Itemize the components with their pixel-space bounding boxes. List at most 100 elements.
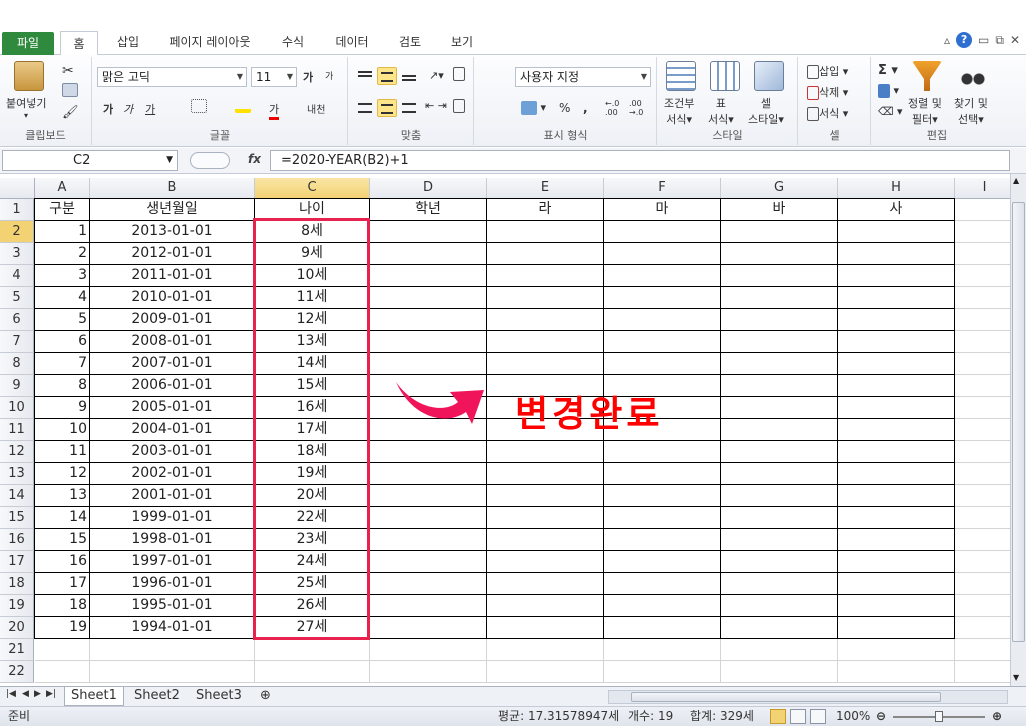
cell-c4[interactable]: 10세 xyxy=(255,265,370,287)
cell-c16[interactable]: 23세 xyxy=(255,529,370,551)
cell-f16[interactable] xyxy=(604,529,721,551)
cell-c20[interactable]: 27세 xyxy=(255,617,370,639)
cell-h5[interactable] xyxy=(838,287,955,309)
cell-h13[interactable] xyxy=(838,463,955,485)
cell-g7[interactable] xyxy=(721,331,838,353)
cell-b1[interactable]: 생년월일 xyxy=(90,199,255,221)
row-header-8[interactable]: 8 xyxy=(0,353,34,375)
cell-h9[interactable] xyxy=(838,375,955,397)
cell-f8[interactable] xyxy=(604,353,721,375)
cell-h3[interactable] xyxy=(838,243,955,265)
cell-b13[interactable]: 2002-01-01 xyxy=(90,463,255,485)
cell-g10[interactable] xyxy=(721,397,838,419)
cell-b16[interactable]: 1998-01-01 xyxy=(90,529,255,551)
tab-formulas[interactable]: 수식 xyxy=(274,30,312,55)
cell-b11[interactable]: 2004-01-01 xyxy=(90,419,255,441)
cell-c15[interactable]: 22세 xyxy=(255,507,370,529)
cell-e8[interactable] xyxy=(487,353,604,375)
row-header-20[interactable]: 20 xyxy=(0,617,34,639)
cell-f22[interactable] xyxy=(604,661,721,683)
cell-a20[interactable]: 19 xyxy=(35,617,90,639)
help-icon[interactable]: ? xyxy=(956,32,973,48)
conditional-format-icon[interactable] xyxy=(666,61,696,91)
cell-d18[interactable] xyxy=(370,573,487,595)
cell-g8[interactable] xyxy=(721,353,838,375)
font-name-select[interactable]: 맑은 고딕 ▼ xyxy=(97,67,247,87)
cell-h4[interactable] xyxy=(838,265,955,287)
cell-d3[interactable] xyxy=(370,243,487,265)
row-header-17[interactable]: 17 xyxy=(0,551,34,573)
sheet-tab-3[interactable]: Sheet3 xyxy=(190,687,248,706)
cell-a14[interactable]: 13 xyxy=(35,485,90,507)
cell-i2[interactable] xyxy=(955,221,1010,243)
sheet-tab-2[interactable]: Sheet2 xyxy=(128,687,186,706)
cell-b7[interactable]: 2008-01-01 xyxy=(90,331,255,353)
last-sheet-icon[interactable]: ▶| xyxy=(46,689,56,699)
table-format-button[interactable]: 표 서식▾ xyxy=(708,95,734,127)
shrink-font-button[interactable]: 가 xyxy=(325,69,333,82)
cell-g18[interactable] xyxy=(721,573,838,595)
cell-g22[interactable] xyxy=(721,661,838,683)
row-header-18[interactable]: 18 xyxy=(0,573,34,595)
cell-h18[interactable] xyxy=(838,573,955,595)
new-sheet-icon[interactable]: ⊕ xyxy=(254,687,277,706)
binoculars-icon[interactable] xyxy=(958,61,988,91)
cell-e18[interactable] xyxy=(487,573,604,595)
row-header-9[interactable]: 9 xyxy=(0,375,34,397)
close-icon[interactable]: ✕ xyxy=(1010,33,1020,47)
column-header-a[interactable]: A xyxy=(35,178,90,199)
first-sheet-icon[interactable]: |◀ xyxy=(6,689,16,699)
bold-button[interactable]: 가 xyxy=(103,101,113,117)
cell-a10[interactable]: 9 xyxy=(35,397,90,419)
cell-f21[interactable] xyxy=(604,639,721,661)
font-size-select[interactable]: 11 ▼ xyxy=(251,67,297,87)
cell-c6[interactable]: 12세 xyxy=(255,309,370,331)
cell-g2[interactable] xyxy=(721,221,838,243)
cell-c2[interactable]: 8세 xyxy=(255,221,370,243)
cell-c17[interactable]: 24세 xyxy=(255,551,370,573)
cell-i7[interactable] xyxy=(955,331,1010,353)
cell-g6[interactable] xyxy=(721,309,838,331)
tab-file[interactable]: 파일 xyxy=(2,32,54,55)
cell-f14[interactable] xyxy=(604,485,721,507)
tab-view[interactable]: 보기 xyxy=(442,30,482,55)
cell-h10[interactable] xyxy=(838,397,955,419)
wrap-text-icon[interactable] xyxy=(453,67,465,81)
cell-b19[interactable]: 1995-01-01 xyxy=(90,595,255,617)
cell-i15[interactable] xyxy=(955,507,1010,529)
cell-c1[interactable]: 나이 xyxy=(255,199,370,221)
insert-cells-button[interactable]: 삽입 ▾ xyxy=(807,63,848,79)
clear-icon[interactable]: ⌫ ▾ xyxy=(878,105,903,118)
cell-a16[interactable]: 15 xyxy=(35,529,90,551)
cell-h6[interactable] xyxy=(838,309,955,331)
cell-b18[interactable]: 1996-01-01 xyxy=(90,573,255,595)
align-center-icon[interactable] xyxy=(377,99,397,117)
cell-h11[interactable] xyxy=(838,419,955,441)
cell-a4[interactable]: 3 xyxy=(35,265,90,287)
zoom-slider-thumb[interactable] xyxy=(935,711,943,722)
cell-h2[interactable] xyxy=(838,221,955,243)
cell-d22[interactable] xyxy=(370,661,487,683)
cell-a6[interactable]: 5 xyxy=(35,309,90,331)
cell-a13[interactable]: 12 xyxy=(35,463,90,485)
scroll-up-icon[interactable]: ▲ xyxy=(1013,176,1019,185)
italic-button[interactable]: 가 xyxy=(123,101,133,117)
cell-b2[interactable]: 2013-01-01 xyxy=(90,221,255,243)
cell-i21[interactable] xyxy=(955,639,1010,661)
comma-button[interactable]: , xyxy=(583,101,588,115)
cell-g17[interactable] xyxy=(721,551,838,573)
paste-dropdown-icon[interactable]: ▾ xyxy=(24,111,28,120)
tab-review[interactable]: 검토 xyxy=(390,30,430,55)
cell-i19[interactable] xyxy=(955,595,1010,617)
cell-c19[interactable]: 26세 xyxy=(255,595,370,617)
cell-a21[interactable] xyxy=(35,639,90,661)
cell-b6[interactable]: 2009-01-01 xyxy=(90,309,255,331)
cell-d2[interactable] xyxy=(370,221,487,243)
tab-home[interactable]: 홈 xyxy=(60,31,98,56)
cell-e6[interactable] xyxy=(487,309,604,331)
cell-i22[interactable] xyxy=(955,661,1010,683)
cell-d7[interactable] xyxy=(370,331,487,353)
currency-icon[interactable]: ▾ xyxy=(521,101,546,115)
decrease-decimal-icon[interactable]: .00 →.0 xyxy=(629,99,643,117)
cell-d15[interactable] xyxy=(370,507,487,529)
